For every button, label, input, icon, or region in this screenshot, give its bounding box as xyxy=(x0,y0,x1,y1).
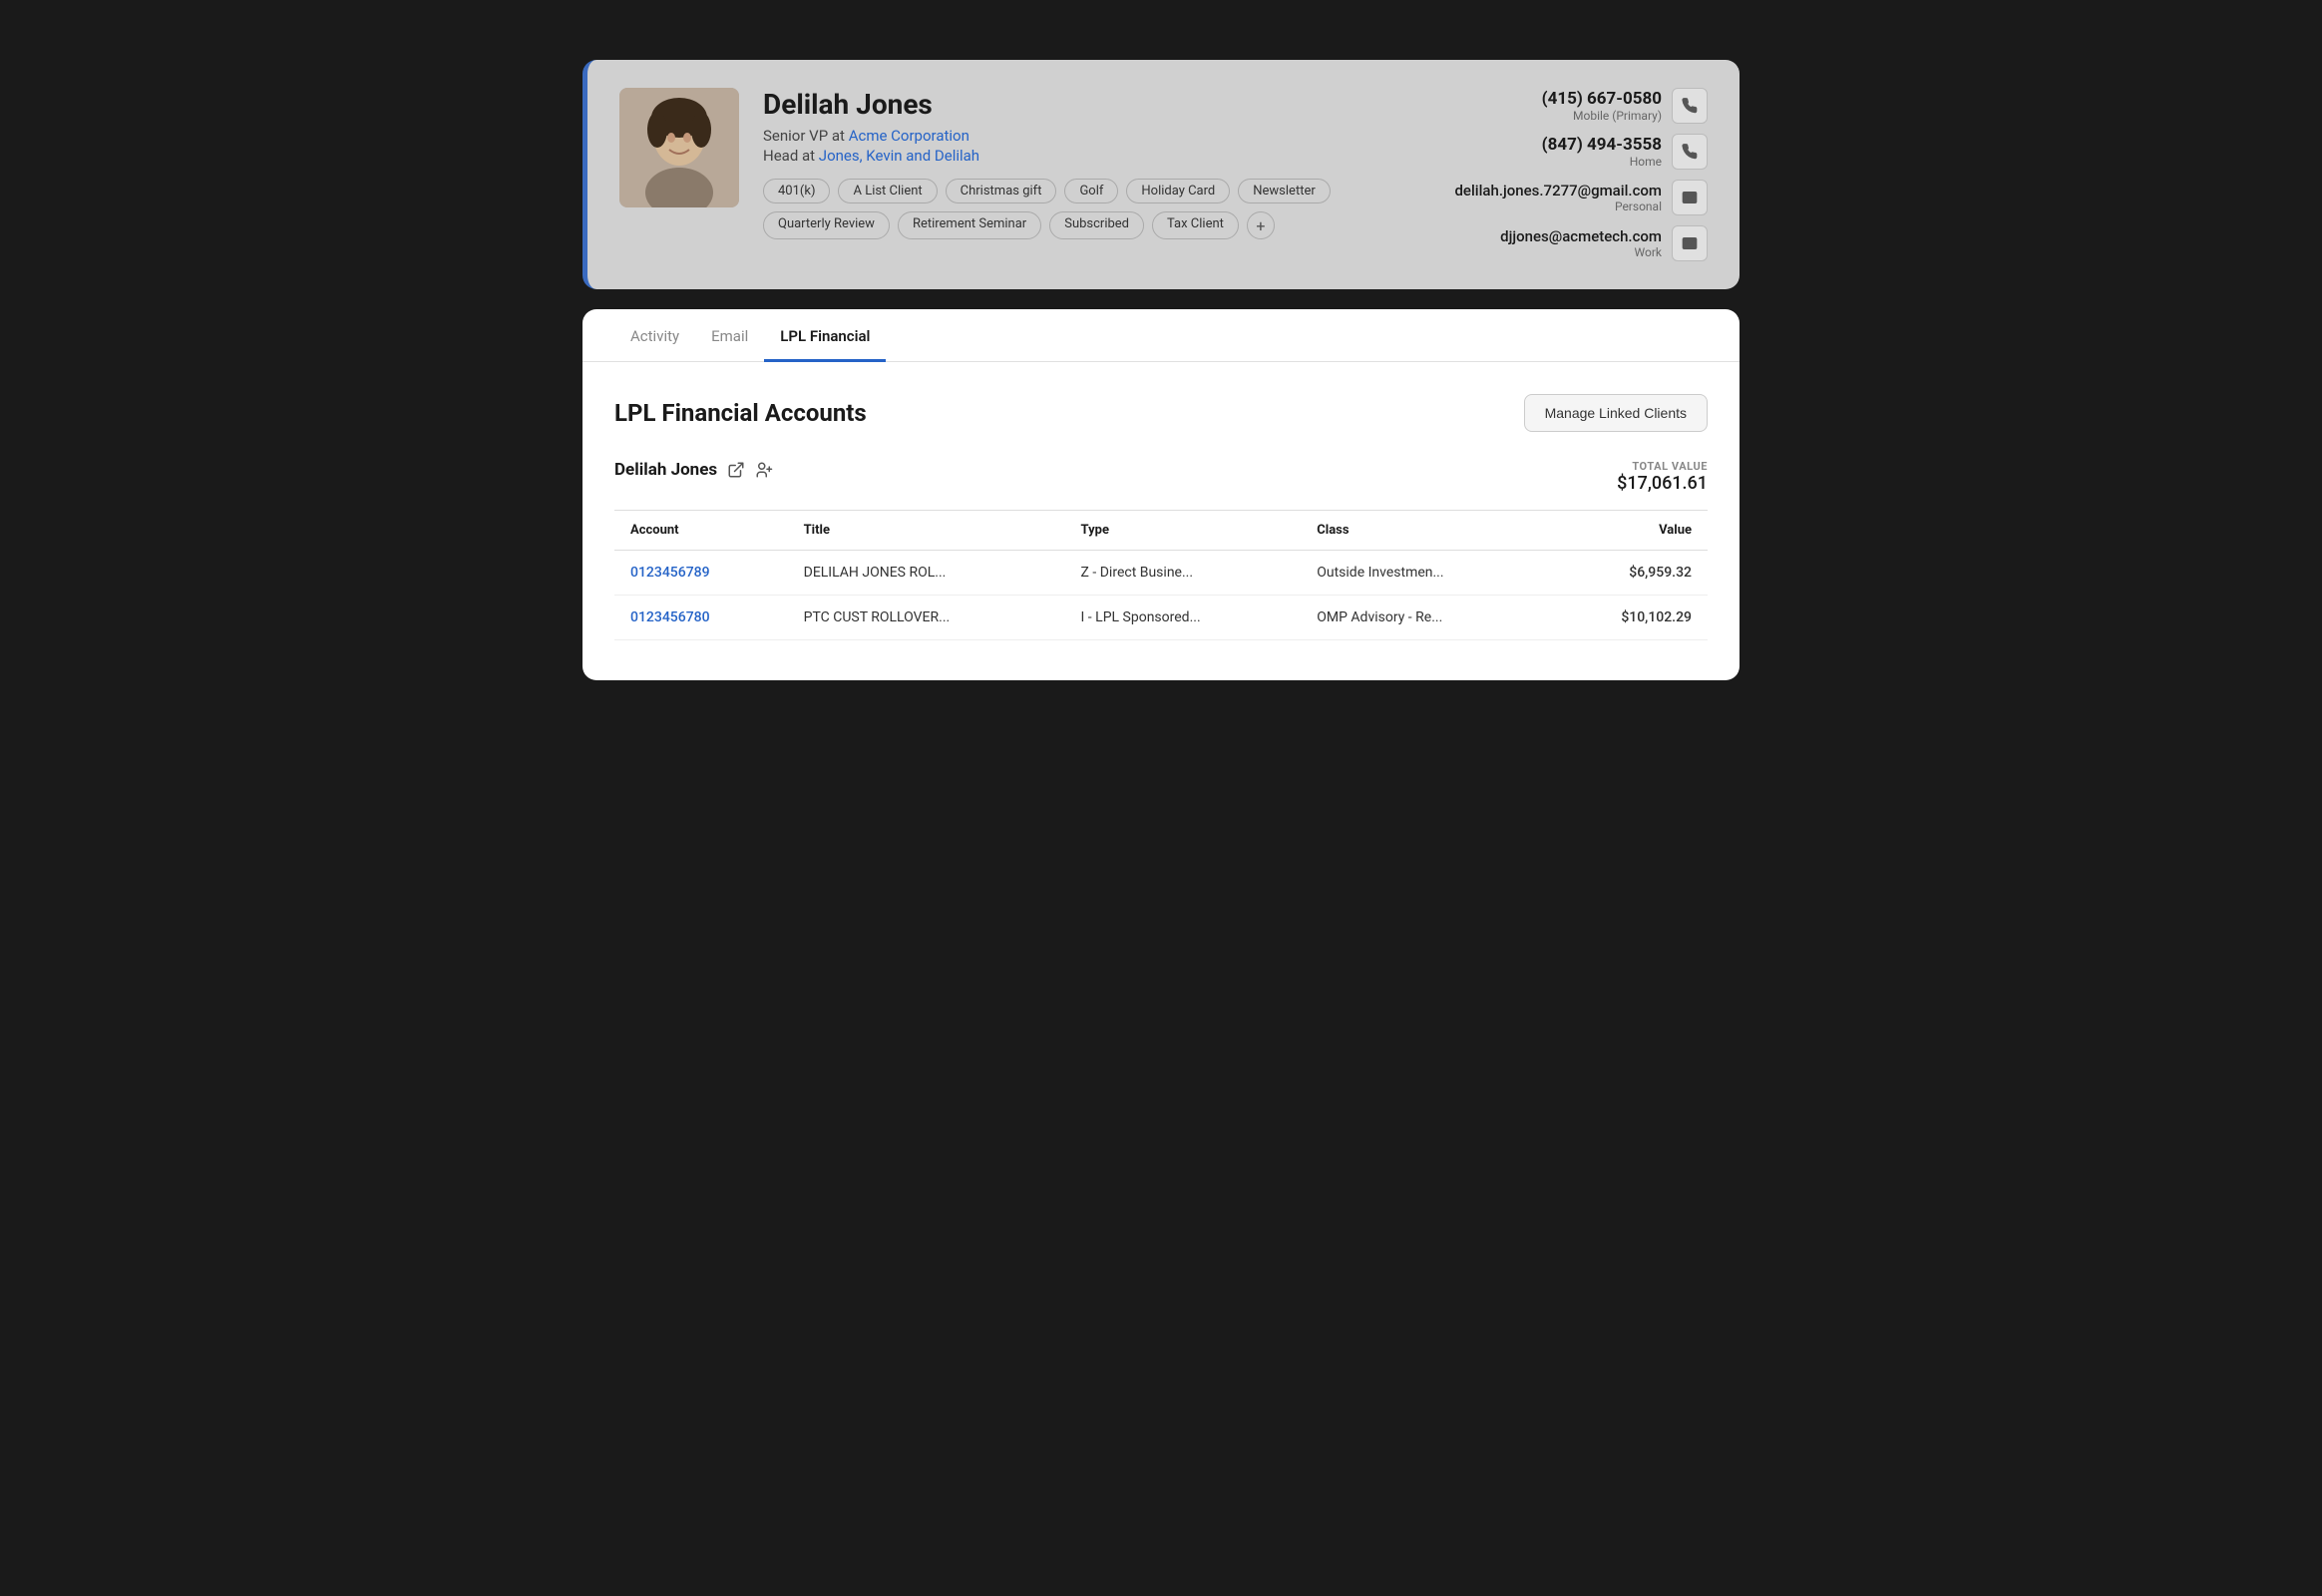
client-row: Delilah Jones xyxy=(614,460,1708,494)
company1-link[interactable]: Acme Corporation xyxy=(849,127,969,145)
tag-401(k)[interactable]: 401(k) xyxy=(763,179,830,203)
phone-icon-btn-0[interactable] xyxy=(1672,88,1708,124)
accounts-table: AccountTitleTypeClassValue 0123456789DEL… xyxy=(614,510,1708,640)
table-row: 0123456780PTC CUST ROLLOVER...I - LPL Sp… xyxy=(614,596,1708,640)
add-tag-button[interactable]: + xyxy=(1247,211,1275,239)
profile-name: Delilah Jones xyxy=(763,88,1404,121)
profile-info: Delilah Jones Senior VP at Acme Corporat… xyxy=(763,88,1404,239)
avatar xyxy=(619,88,739,207)
tag-holiday-card[interactable]: Holiday Card xyxy=(1126,179,1230,203)
title-prefix-1: Senior VP at xyxy=(763,127,845,145)
tag-newsletter[interactable]: Newsletter xyxy=(1238,179,1331,203)
contact-row-0: (415) 667-0580Mobile (Primary) xyxy=(1542,88,1708,124)
tag-a-list-client[interactable]: A List Client xyxy=(838,179,937,203)
email-icon-btn-2[interactable] xyxy=(1672,180,1708,215)
panel-title: LPL Financial Accounts xyxy=(614,399,867,427)
tag-tax-client[interactable]: Tax Client xyxy=(1152,211,1239,239)
class-cell-0: Outside Investmen... xyxy=(1301,551,1548,596)
table-row: 0123456789DELILAH JONES ROL...Z - Direct… xyxy=(614,551,1708,596)
contact-text-1: (847) 494-3558Home xyxy=(1542,135,1662,169)
title-cell-0: DELILAH JONES ROL... xyxy=(788,551,1065,596)
contact-label-2: Personal xyxy=(1454,200,1662,213)
contact-number-1: (847) 494-3558 xyxy=(1542,135,1662,155)
tab-lpl-financial[interactable]: LPL Financial xyxy=(764,309,886,362)
type-cell-0: Z - Direct Busine... xyxy=(1065,551,1302,596)
tag-christmas-gift[interactable]: Christmas gift xyxy=(946,179,1057,203)
col-header-account: Account xyxy=(614,511,788,551)
contact-info: (415) 667-0580Mobile (Primary) (847) 494-… xyxy=(1428,88,1708,261)
panel-header: LPL Financial Accounts Manage Linked Cli… xyxy=(614,394,1708,432)
col-header-value: Value xyxy=(1548,511,1708,551)
account-number-0[interactable]: 0123456789 xyxy=(614,551,788,596)
total-label: TOTAL VALUE xyxy=(1617,460,1708,473)
manage-linked-clients-button[interactable]: Manage Linked Clients xyxy=(1524,394,1708,432)
col-header-class: Class xyxy=(1301,511,1548,551)
company2-link[interactable]: Jones, Kevin and Delilah xyxy=(819,147,979,165)
col-header-type: Type xyxy=(1065,511,1302,551)
contact-text-0: (415) 667-0580Mobile (Primary) xyxy=(1542,89,1662,123)
tab-activity[interactable]: Activity xyxy=(614,309,695,362)
contact-row-1: (847) 494-3558Home xyxy=(1542,134,1708,170)
tag-golf[interactable]: Golf xyxy=(1064,179,1118,203)
title-cell-1: PTC CUST ROLLOVER... xyxy=(788,596,1065,640)
contact-label-3: Work xyxy=(1500,245,1662,259)
email-icon-btn-3[interactable] xyxy=(1672,225,1708,261)
bottom-panel: ActivityEmailLPL Financial LPL Financial… xyxy=(582,309,1740,680)
profile-title-line2: Head at Jones, Kevin and Delilah xyxy=(763,147,1404,165)
tag-retirement-seminar[interactable]: Retirement Seminar xyxy=(898,211,1041,239)
profile-title-line1: Senior VP at Acme Corporation xyxy=(763,127,1404,145)
client-name: Delilah Jones xyxy=(614,460,717,480)
title-prefix-2: Head at xyxy=(763,147,815,165)
external-link-icon[interactable] xyxy=(727,461,745,479)
contact-row-2: delilah.jones.7277@gmail.comPersonal xyxy=(1454,180,1708,215)
account-number-1[interactable]: 0123456780 xyxy=(614,596,788,640)
tab-email[interactable]: Email xyxy=(695,309,764,362)
col-header-title: Title xyxy=(788,511,1065,551)
type-cell-1: I - LPL Sponsored... xyxy=(1065,596,1302,640)
contact-label-0: Mobile (Primary) xyxy=(1542,109,1662,123)
value-cell-0: $6,959.32 xyxy=(1548,551,1708,596)
phone-icon-btn-1[interactable] xyxy=(1672,134,1708,170)
table-header-row: AccountTitleTypeClassValue xyxy=(614,511,1708,551)
manage-users-icon[interactable] xyxy=(755,461,773,479)
tags-container: 401(k) A List Client Christmas gift Golf Hol… xyxy=(763,179,1404,239)
tabs-bar: ActivityEmailLPL Financial xyxy=(582,309,1740,362)
contact-text-2: delilah.jones.7277@gmail.comPersonal xyxy=(1454,182,1662,213)
total-amount: $17,061.61 xyxy=(1617,473,1708,494)
contact-text-3: djjones@acmetech.comWork xyxy=(1500,227,1662,259)
table-header: AccountTitleTypeClassValue xyxy=(614,511,1708,551)
contact-email-2: delilah.jones.7277@gmail.com xyxy=(1454,182,1662,200)
value-cell-1: $10,102.29 xyxy=(1548,596,1708,640)
total-value-block: TOTAL VALUE $17,061.61 xyxy=(1617,460,1708,494)
contact-row-3: djjones@acmetech.comWork xyxy=(1500,225,1708,261)
contact-label-1: Home xyxy=(1542,155,1662,169)
client-name-row: Delilah Jones xyxy=(614,460,773,480)
tag-subscribed[interactable]: Subscribed xyxy=(1049,211,1144,239)
class-cell-1: OMP Advisory - Re... xyxy=(1301,596,1548,640)
contact-number-0: (415) 667-0580 xyxy=(1542,89,1662,109)
profile-card: Delilah Jones Senior VP at Acme Corporat… xyxy=(582,60,1740,289)
tag-quarterly-review[interactable]: Quarterly Review xyxy=(763,211,890,239)
lpl-panel-body: LPL Financial Accounts Manage Linked Cli… xyxy=(582,362,1740,640)
contact-email-3: djjones@acmetech.com xyxy=(1500,227,1662,245)
table-body: 0123456789DELILAH JONES ROL...Z - Direct… xyxy=(614,551,1708,640)
